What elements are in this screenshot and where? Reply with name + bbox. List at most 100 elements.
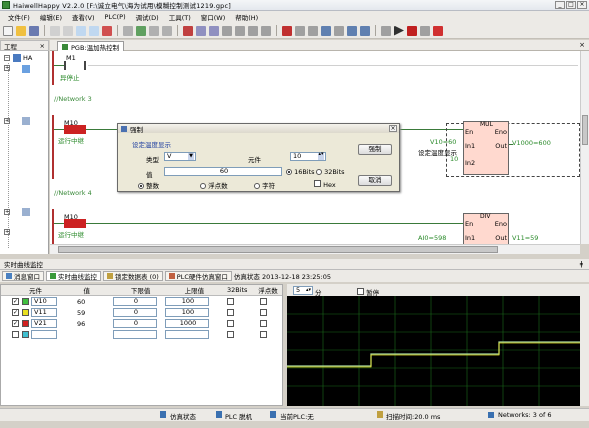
float-checkbox[interactable] xyxy=(260,331,267,338)
bits32-checkbox[interactable] xyxy=(227,298,234,305)
series-color[interactable] xyxy=(22,331,29,338)
bits32-checkbox[interactable] xyxy=(227,331,234,338)
coil-icon[interactable] xyxy=(248,25,258,36)
checkbox-icon[interactable] xyxy=(357,288,364,295)
delete-icon[interactable] xyxy=(102,25,112,36)
run-icon[interactable] xyxy=(394,25,404,36)
menu-help[interactable]: 帮助(H) xyxy=(235,12,258,22)
tree-expand-icon[interactable]: + xyxy=(4,65,10,71)
mul-block[interactable]: MUL En Eno In1 Out In2 xyxy=(463,121,509,175)
hex-checkbox[interactable]: Hex xyxy=(314,180,336,189)
low-field[interactable]: 0 xyxy=(113,297,157,306)
compile-icon[interactable] xyxy=(123,25,133,36)
series-color[interactable] xyxy=(22,298,29,305)
series-color[interactable] xyxy=(22,320,29,327)
bits32-radio[interactable]: 32Bits xyxy=(316,168,345,176)
bits32-checkbox[interactable] xyxy=(227,309,234,316)
float-radio[interactable]: 浮点数 xyxy=(200,180,228,190)
close-button[interactable]: × xyxy=(577,1,587,9)
spinner-arrows-icon[interactable]: ▴▾ xyxy=(318,152,324,160)
element-field[interactable]: V10 xyxy=(31,297,57,306)
element-spinner[interactable]: 10 ▴▾ xyxy=(290,152,326,161)
redo-icon[interactable] xyxy=(162,25,172,36)
stop-icon[interactable] xyxy=(407,25,417,36)
high-field[interactable]: 1000 xyxy=(165,319,209,328)
save-icon[interactable] xyxy=(29,25,39,36)
panel-close-icon[interactable]: × xyxy=(40,42,45,50)
pin-icon[interactable]: ǂ xyxy=(580,260,583,268)
scroll-thumb[interactable] xyxy=(58,246,498,253)
function-block-icon[interactable] xyxy=(261,25,271,36)
tab-plc-simulator[interactable]: PLC硬件仿真窗口 xyxy=(164,271,232,281)
radio-selected-icon[interactable] xyxy=(138,183,144,189)
dialog-close-icon[interactable]: × xyxy=(389,125,397,132)
value-field[interactable]: 60 xyxy=(164,167,282,176)
low-field[interactable] xyxy=(113,330,157,339)
char-radio[interactable]: 字符 xyxy=(254,180,275,190)
step-icon[interactable] xyxy=(381,25,391,36)
interval-spinner[interactable]: 5 ▴▾ xyxy=(293,286,313,295)
row-checkbox[interactable]: ✓ xyxy=(12,320,19,327)
force-button[interactable]: 强制 xyxy=(358,144,392,155)
table-icon[interactable] xyxy=(321,25,331,36)
series-color[interactable] xyxy=(22,309,29,316)
tree-expand-icon[interactable]: + xyxy=(4,209,10,215)
replace-icon[interactable] xyxy=(209,25,219,36)
stop-plc-icon[interactable] xyxy=(282,25,292,36)
element-field[interactable]: V11 xyxy=(31,308,57,317)
contact-m10-active[interactable] xyxy=(64,219,86,228)
row-checkbox[interactable]: ✓ xyxy=(12,298,19,305)
menu-window[interactable]: 窗口(W) xyxy=(201,12,226,22)
element-field[interactable]: V21 xyxy=(31,319,57,328)
scroll-thumb[interactable] xyxy=(582,115,588,145)
high-field[interactable]: 100 xyxy=(165,297,209,306)
float-checkbox[interactable] xyxy=(260,320,267,327)
tree-expand-icon[interactable]: + xyxy=(4,118,10,124)
tree-expand-icon[interactable]: + xyxy=(4,229,10,235)
tab-trend-monitor[interactable]: 实时曲线监控 xyxy=(46,271,101,281)
new-file-icon[interactable] xyxy=(3,25,13,36)
radio-selected-icon[interactable] xyxy=(286,169,292,175)
pause-icon[interactable] xyxy=(420,25,430,36)
row-checkbox[interactable] xyxy=(12,331,19,338)
high-field[interactable]: 100 xyxy=(165,308,209,317)
float-checkbox[interactable] xyxy=(260,298,267,305)
lock-icon[interactable] xyxy=(334,25,344,36)
element-field[interactable] xyxy=(31,330,57,339)
radio-icon[interactable] xyxy=(200,183,206,189)
open-folder-icon[interactable] xyxy=(16,25,26,36)
table-row[interactable] xyxy=(1,329,282,340)
menu-plc[interactable]: PLC(P) xyxy=(105,13,126,21)
row-checkbox[interactable]: ✓ xyxy=(12,309,19,316)
folder-icon[interactable] xyxy=(22,65,30,73)
trend-chart[interactable] xyxy=(287,296,580,406)
chevron-down-icon[interactable]: ▼ xyxy=(188,153,194,160)
bits32-checkbox[interactable] xyxy=(227,320,234,327)
tab-close-icon[interactable]: × xyxy=(579,41,585,49)
float-checkbox[interactable] xyxy=(260,309,267,316)
tree-expand-icon[interactable]: − xyxy=(4,55,10,61)
integer-radio[interactable]: 整数 xyxy=(138,180,159,190)
monitor-icon[interactable] xyxy=(136,25,146,36)
project-tree[interactable]: − HA + + + + xyxy=(0,51,49,254)
menu-tools[interactable]: 工具(T) xyxy=(169,12,191,22)
folder-icon[interactable] xyxy=(22,117,30,125)
cut-icon[interactable] xyxy=(183,25,193,36)
table-row[interactable]: ✓ V11 59 0 100 xyxy=(1,307,282,318)
tab-messages[interactable]: 消息窗口 xyxy=(2,271,44,281)
checkbox-icon[interactable] xyxy=(314,180,321,187)
print-icon[interactable] xyxy=(360,25,370,36)
tab-locked-data[interactable]: 锁定数据表 (0) xyxy=(103,271,163,281)
vline-icon[interactable] xyxy=(308,25,318,36)
undo-icon[interactable] xyxy=(149,25,159,36)
menu-file[interactable]: 文件(F) xyxy=(8,12,30,22)
horizontal-scrollbar[interactable] xyxy=(50,244,580,254)
line-icon[interactable] xyxy=(295,25,305,36)
folder-icon[interactable] xyxy=(22,208,30,216)
low-field[interactable]: 0 xyxy=(113,319,157,328)
menu-view[interactable]: 查看(V) xyxy=(72,12,95,22)
vertical-scrollbar[interactable] xyxy=(580,51,589,244)
zoom-icon[interactable] xyxy=(347,25,357,36)
upload-icon[interactable] xyxy=(50,25,60,36)
download-icon[interactable] xyxy=(63,25,73,36)
